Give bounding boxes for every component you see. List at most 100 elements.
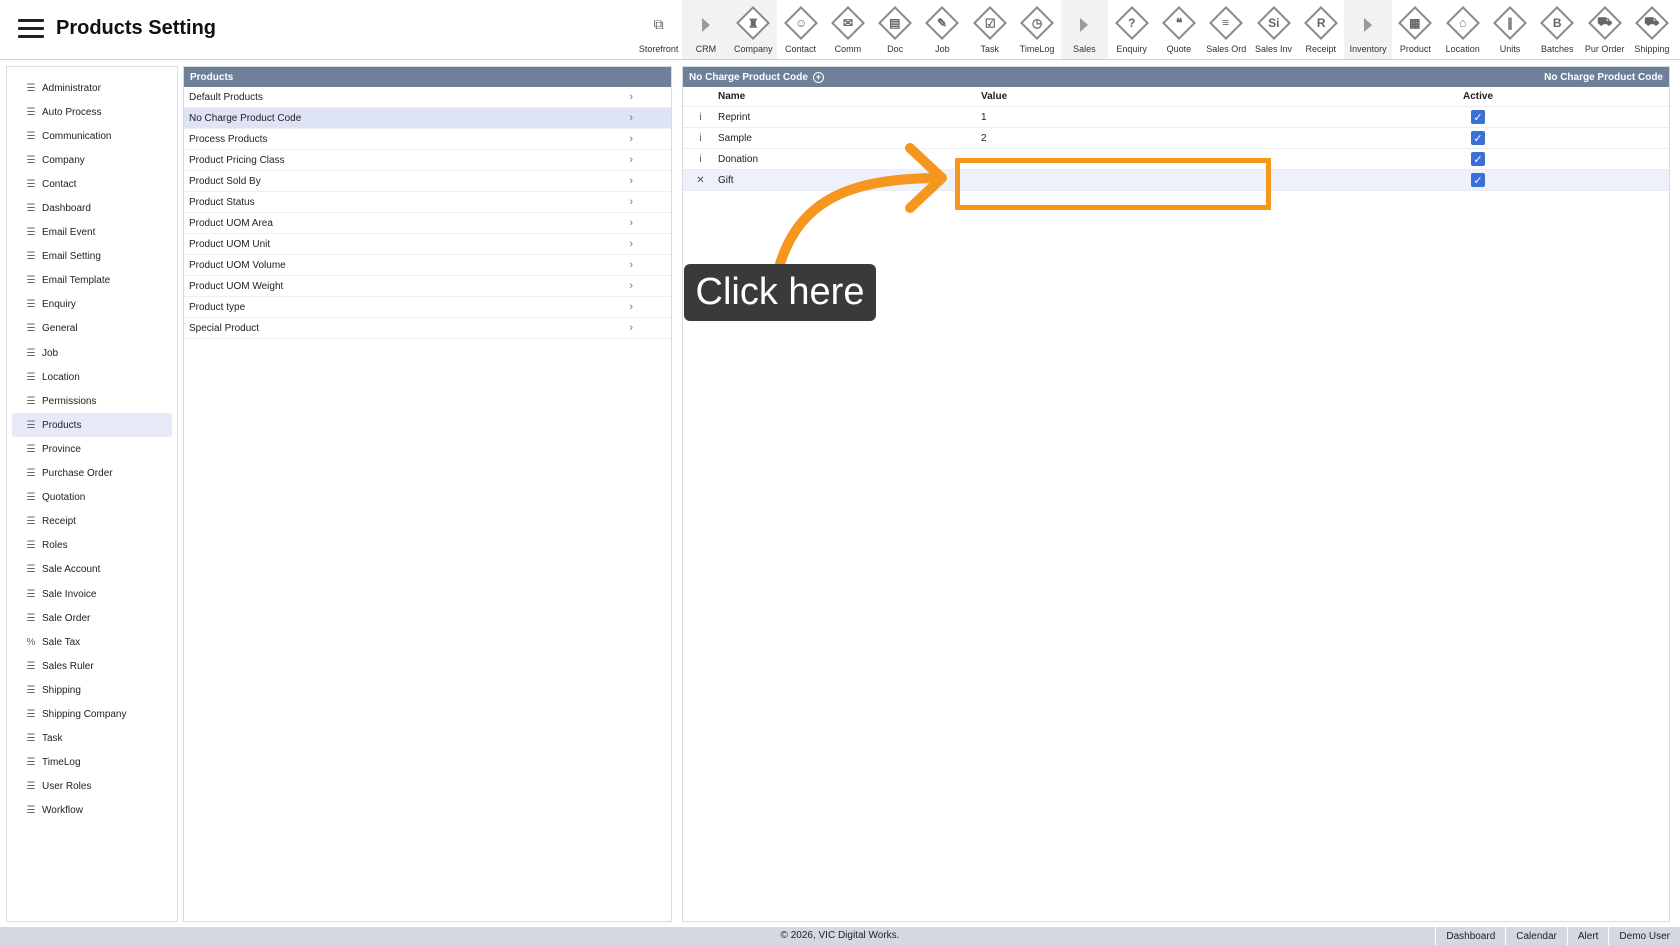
sidebar-item-province[interactable]: ☰ Province bbox=[12, 437, 172, 461]
diamond-shape: ☑ bbox=[972, 6, 1007, 40]
footer-link-dashboard[interactable]: Dashboard bbox=[1435, 927, 1505, 945]
toolbar-shipping[interactable]: ⛟ Shipping bbox=[1628, 0, 1675, 59]
sidebar-item-workflow[interactable]: ☰ Workflow bbox=[12, 799, 172, 823]
info-icon[interactable]: i bbox=[683, 154, 718, 165]
toolbar-sales-inv[interactable]: Si Sales Inv bbox=[1250, 0, 1297, 59]
sidebar-item-enquiry[interactable]: ☰ Enquiry bbox=[12, 293, 172, 317]
toolbar-job[interactable]: ✎ Job bbox=[919, 0, 966, 59]
footer-link-demo-user[interactable]: Demo User bbox=[1608, 927, 1680, 945]
sidebar-item-receipt[interactable]: ☰ Receipt bbox=[12, 510, 172, 534]
active-checkbox[interactable]: ✓ bbox=[1471, 131, 1485, 145]
column-name[interactable]: Name bbox=[718, 91, 981, 102]
sidebar-item-purchase-order[interactable]: ☰ Purchase Order bbox=[12, 462, 172, 486]
sidebar-item-roles[interactable]: ☰ Roles bbox=[12, 534, 172, 558]
expand-arrow-icon bbox=[691, 6, 721, 36]
toolbar-task[interactable]: ☑ Task bbox=[966, 0, 1013, 59]
list-item[interactable]: Product Status › bbox=[184, 192, 671, 213]
toolbar-crm[interactable]: CRM bbox=[682, 0, 730, 59]
toolbar-sales[interactable]: Sales bbox=[1060, 0, 1108, 59]
close-icon[interactable]: ✕ bbox=[683, 175, 718, 186]
toolbar-glyph: ? bbox=[1127, 16, 1136, 30]
toolbar-doc[interactable]: ▤ Doc bbox=[871, 0, 918, 59]
sidebar-item-contact[interactable]: ☰ Contact bbox=[12, 172, 172, 196]
sidebar-item-dashboard[interactable]: ☰ Dashboard bbox=[12, 196, 172, 220]
list-icon: ☰ bbox=[26, 203, 36, 215]
info-icon[interactable]: i bbox=[683, 112, 718, 123]
list-item[interactable]: Process Products › bbox=[184, 129, 671, 150]
toolbar-enquiry[interactable]: ? Enquiry bbox=[1108, 0, 1155, 59]
toolbar-pur-order[interactable]: ⛟ Pur Order bbox=[1581, 0, 1628, 59]
list-item[interactable]: Product UOM Volume › bbox=[184, 255, 671, 276]
active-checkbox[interactable]: ✓ bbox=[1471, 173, 1485, 187]
sidebar-item-general[interactable]: ☰ General bbox=[12, 317, 172, 341]
toolbar-receipt[interactable]: R Receipt bbox=[1297, 0, 1344, 59]
footer-link-alert[interactable]: Alert bbox=[1566, 927, 1609, 945]
toolbar-batches[interactable]: B Batches bbox=[1534, 0, 1581, 59]
sidebar-item-email-template[interactable]: ☰ Email Template bbox=[12, 269, 172, 293]
active-checkbox[interactable]: ✓ bbox=[1471, 110, 1485, 124]
sidebar-item-job[interactable]: ☰ Job bbox=[12, 341, 172, 365]
footer-link-calendar[interactable]: Calendar bbox=[1505, 927, 1567, 945]
toolbar-comm[interactable]: ✉ Comm bbox=[824, 0, 871, 59]
sidebar-item-sale-tax[interactable]: % Sale Tax bbox=[12, 630, 172, 654]
sidebar-item-sale-account[interactable]: ☰ Sale Account bbox=[12, 558, 172, 582]
toolbar-contact[interactable]: ☺ Contact bbox=[777, 0, 824, 59]
column-value[interactable]: Value bbox=[981, 91, 1453, 102]
sidebar-item-shipping-company[interactable]: ☰ Shipping Company bbox=[12, 702, 172, 726]
toolbar-sales-ord[interactable]: ≡ Sales Ord bbox=[1203, 0, 1250, 59]
sidebar-item-sale-invoice[interactable]: ☰ Sale Invoice bbox=[12, 582, 172, 606]
list-item[interactable]: Product type › bbox=[184, 297, 671, 318]
toolbar-timelog[interactable]: ◷ TimeLog bbox=[1013, 0, 1060, 59]
list-item[interactable]: Product UOM Unit › bbox=[184, 234, 671, 255]
toolbar-storefront[interactable]: ⧉ Storefront bbox=[635, 0, 682, 59]
sidebar-item-label: Sale Order bbox=[42, 612, 91, 624]
sidebar-item-communication[interactable]: ☰ Communication bbox=[12, 124, 172, 148]
toolbar-label: Job bbox=[935, 44, 950, 54]
sidebar-item-administrator[interactable]: ☰ Administrator bbox=[12, 76, 172, 100]
sidebar-item-label: Company bbox=[42, 154, 85, 166]
toolbar-product[interactable]: ▦ Product bbox=[1392, 0, 1439, 59]
sidebar-item-task[interactable]: ☰ Task bbox=[12, 727, 172, 751]
toolbar-inventory[interactable]: Inventory bbox=[1344, 0, 1392, 59]
list-item[interactable]: Product Pricing Class › bbox=[184, 150, 671, 171]
table-row[interactable]: i Reprint 1 ✓ bbox=[683, 107, 1669, 128]
sidebar-item-company[interactable]: ☰ Company bbox=[12, 148, 172, 172]
list-item[interactable]: Special Product › bbox=[184, 318, 671, 339]
sidebar-item-sales-ruler[interactable]: ☰ Sales Ruler bbox=[12, 654, 172, 678]
list-item[interactable]: Product UOM Weight › bbox=[184, 276, 671, 297]
value-cell-highlight[interactable] bbox=[955, 158, 1271, 210]
list-item[interactable]: Product UOM Area › bbox=[184, 213, 671, 234]
sidebar-item-permissions[interactable]: ☰ Permissions bbox=[12, 389, 172, 413]
toolbar-location[interactable]: ⌂ Location bbox=[1439, 0, 1486, 59]
list-item[interactable]: Default Products › bbox=[184, 87, 671, 108]
sidebar-item-email-setting[interactable]: ☰ Email Setting bbox=[12, 245, 172, 269]
list-icon: ☰ bbox=[26, 660, 36, 672]
toolbar-units[interactable]: ∥ Units bbox=[1486, 0, 1533, 59]
hamburger-menu-icon[interactable] bbox=[18, 19, 44, 39]
toolbar-label: Location bbox=[1445, 44, 1480, 54]
percent-icon: % bbox=[26, 636, 36, 648]
info-icon[interactable]: i bbox=[683, 133, 718, 144]
sidebar-item-quotation[interactable]: ☰ Quotation bbox=[12, 486, 172, 510]
sidebar-item-user-roles[interactable]: ☰ User Roles bbox=[12, 775, 172, 799]
add-circle-icon[interactable]: + bbox=[812, 71, 824, 83]
toolbar-company[interactable]: ♜ Company bbox=[729, 0, 777, 59]
list-item[interactable]: No Charge Product Code › bbox=[184, 108, 671, 129]
list-icon: ☰ bbox=[26, 612, 36, 624]
active-checkbox[interactable]: ✓ bbox=[1471, 152, 1485, 166]
diamond-shape: ⛟ bbox=[1634, 6, 1669, 40]
toolbar-label: CRM bbox=[695, 44, 717, 54]
sidebar-item-sale-order[interactable]: ☰ Sale Order bbox=[12, 606, 172, 630]
sidebar-item-products[interactable]: ☰ Products bbox=[12, 413, 172, 438]
sidebar-item-shipping[interactable]: ☰ Shipping bbox=[12, 678, 172, 702]
row-value[interactable]: 1 bbox=[981, 112, 1453, 123]
sidebar-item-email-event[interactable]: ☰ Email Event bbox=[12, 221, 172, 245]
sidebar-item-location[interactable]: ☰ Location bbox=[12, 365, 172, 389]
list-item[interactable]: Product Sold By › bbox=[184, 171, 671, 192]
column-active[interactable]: Active bbox=[1453, 91, 1503, 102]
list-icon: ☰ bbox=[26, 757, 36, 769]
row-value[interactable]: 2 bbox=[981, 133, 1453, 144]
toolbar-quote[interactable]: ❝ Quote bbox=[1155, 0, 1202, 59]
sidebar-item-auto-process[interactable]: ☰ Auto Process bbox=[12, 100, 172, 124]
sidebar-item-timelog[interactable]: ☰ TimeLog bbox=[12, 751, 172, 775]
